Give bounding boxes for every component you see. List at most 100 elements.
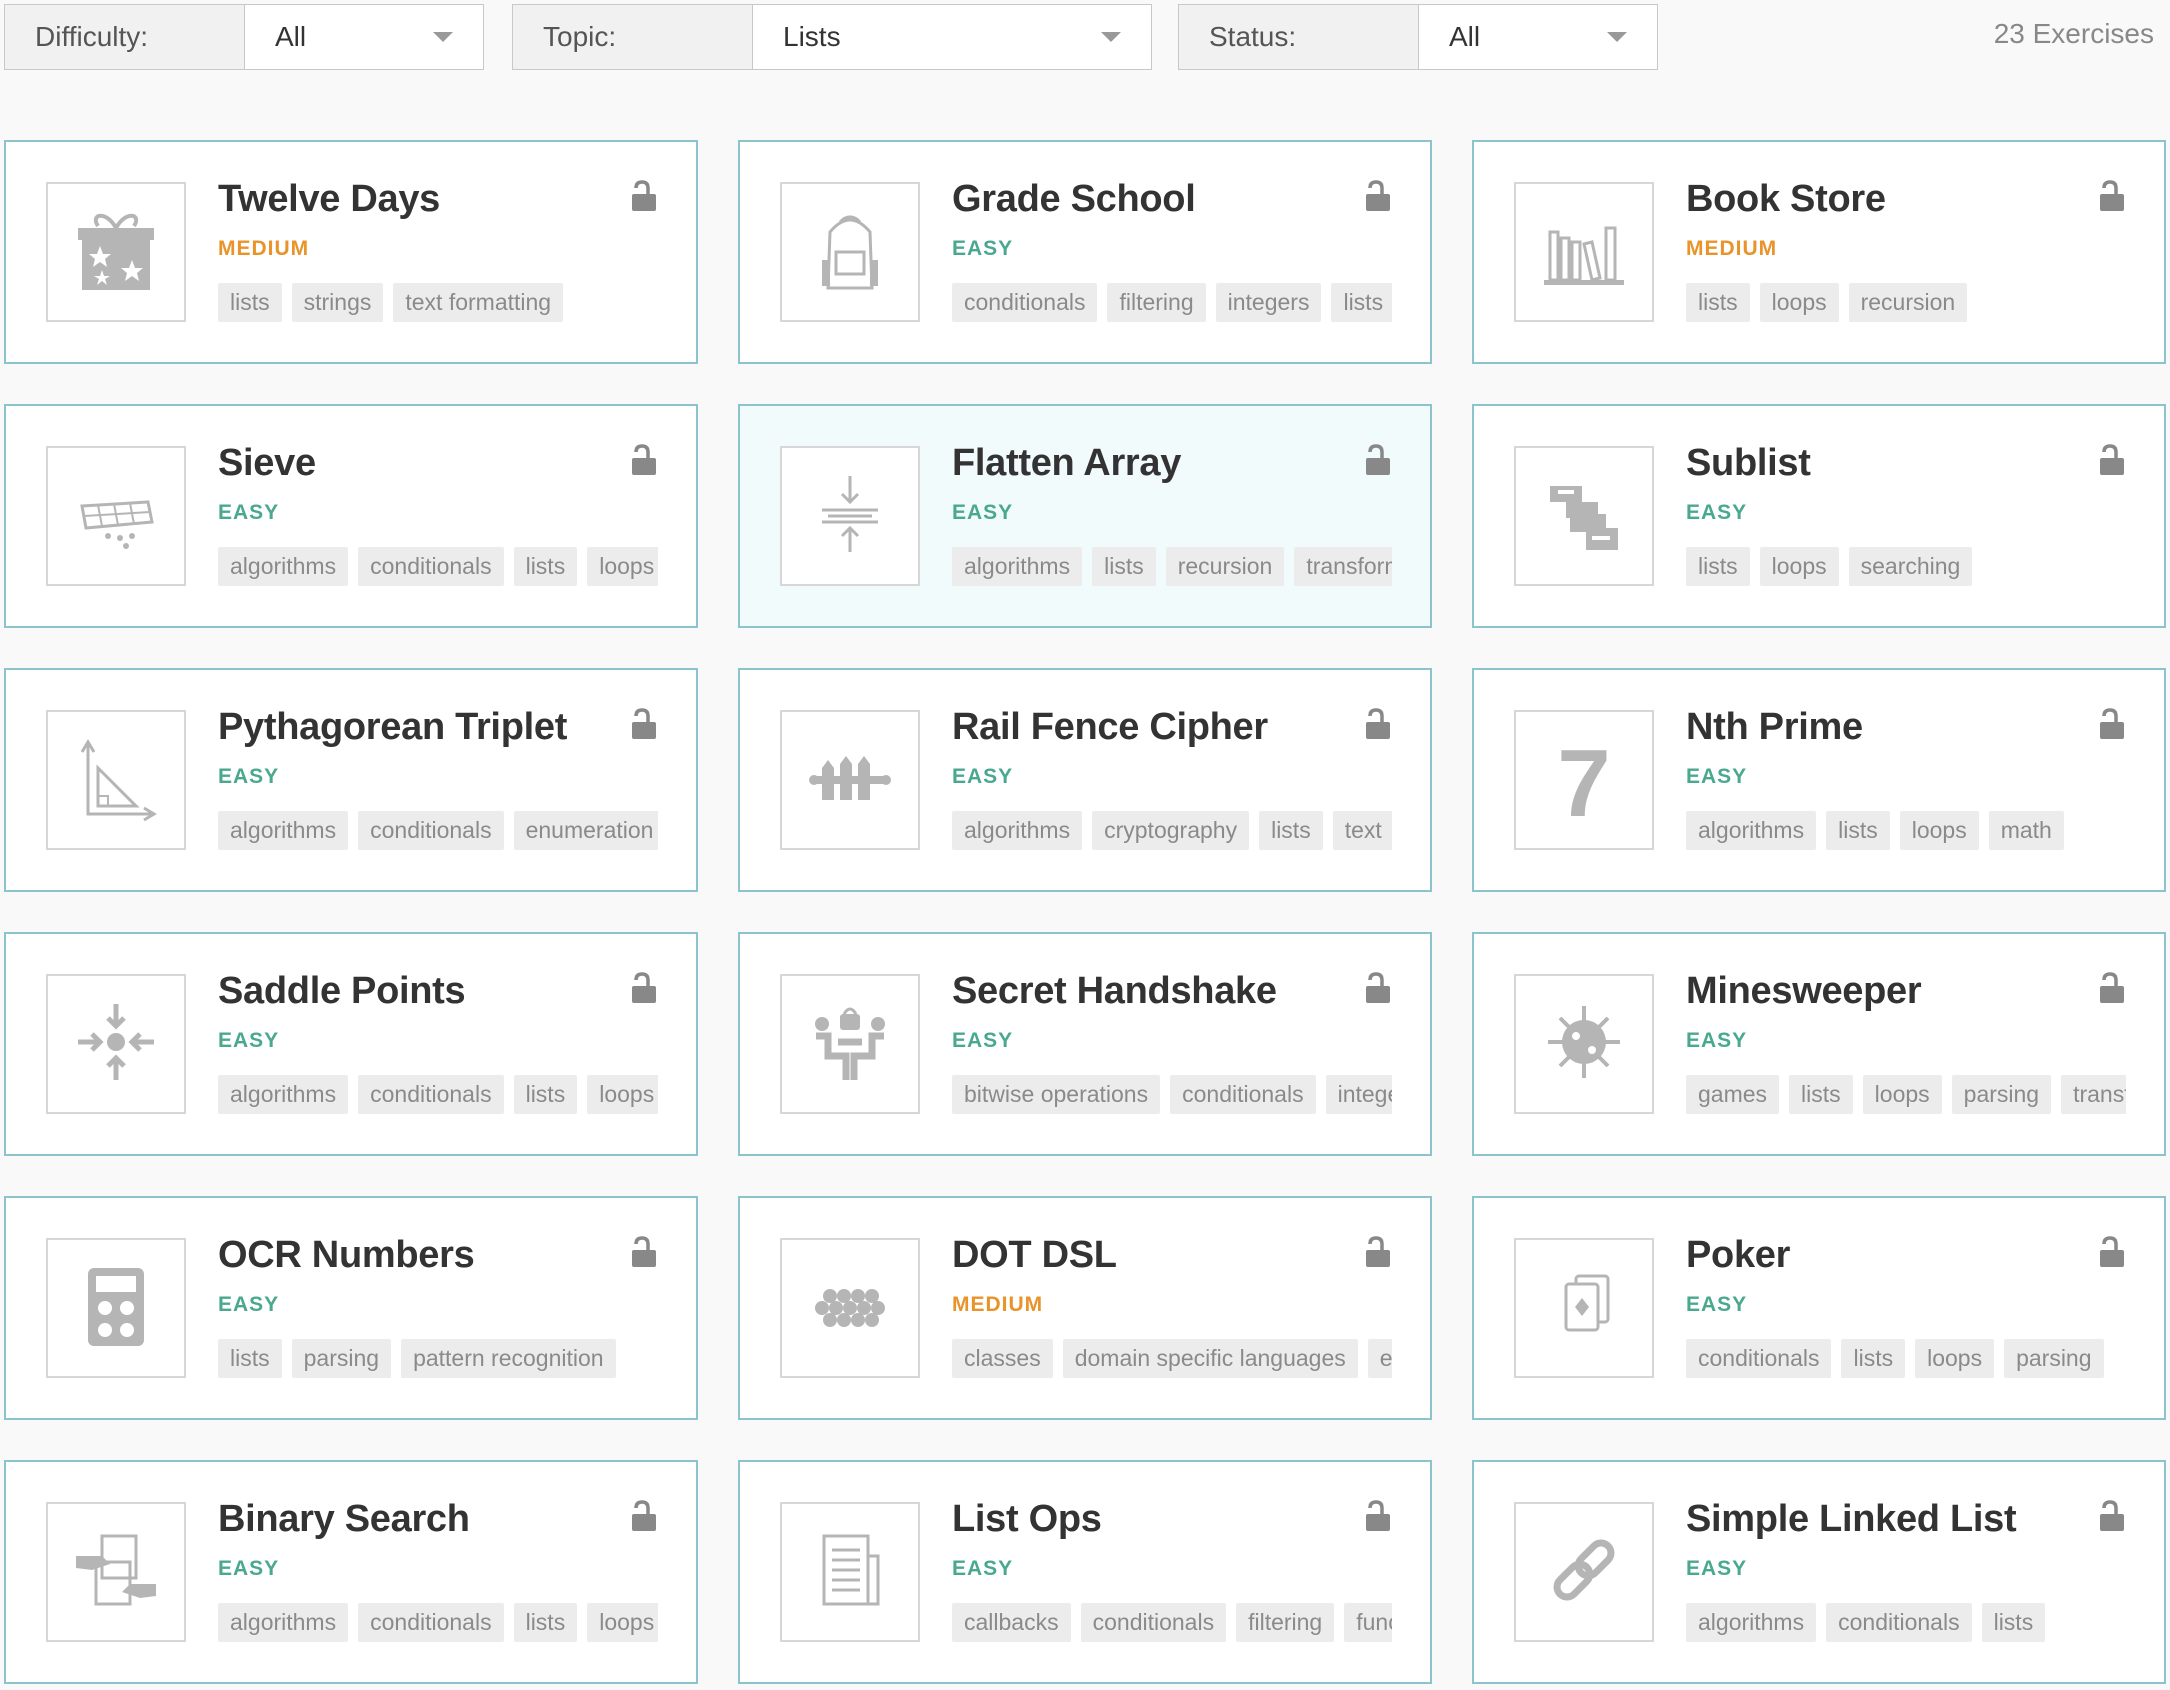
document-icon <box>802 1522 898 1623</box>
topic-tag: bitwise operations <box>952 1075 1161 1114</box>
exercise-card[interactable]: Sublist EASY lists loops searching <box>1472 404 2166 628</box>
topic-filter-label: Topic: <box>513 5 753 69</box>
exercise-card[interactable]: Pythagorean Triplet EASY algorithms conditi… <box>4 668 698 892</box>
exercise-title[interactable]: Simple Linked List <box>1686 1498 2124 1541</box>
exercise-title[interactable]: Book Store <box>1686 178 2124 221</box>
topic-tag: algorithms <box>218 547 349 586</box>
fence-icon <box>802 730 898 831</box>
exercise-card[interactable]: Simple Linked List EASY algorithms conditio… <box>1472 1460 2166 1684</box>
unlocked-icon <box>630 972 658 1004</box>
exercise-title[interactable]: Nth Prime <box>1686 706 2124 749</box>
difficulty-filter[interactable]: Difficulty: All <box>4 4 484 70</box>
exercise-card[interactable]: Minesweeper EASY games lists loops parsing tra… <box>1472 932 2166 1156</box>
exercise-thumbnail <box>780 446 920 586</box>
exercise-card[interactable]: OCR Numbers EASY lists parsing pattern recog… <box>4 1196 698 1420</box>
exercise-grid: Twelve Days MEDIUM lists strings text format… <box>4 140 2166 1684</box>
topic-tag: conditionals <box>952 283 1098 322</box>
exercise-thumbnail <box>780 710 920 850</box>
topic-tag: callbacks <box>952 1603 1071 1642</box>
exercise-card[interactable]: DOT DSL MEDIUM classes domain specific lang… <box>738 1196 1432 1420</box>
exercise-card[interactable]: Grade School EASY conditionals filtering int… <box>738 140 1432 364</box>
mine-icon <box>1536 994 1632 1095</box>
topic-tag: loops <box>587 1603 658 1642</box>
topic-tag: searching <box>1848 547 1973 586</box>
exercise-title[interactable]: Secret Handshake <box>952 970 1390 1013</box>
topic-tag: cryptography <box>1092 811 1250 850</box>
exercise-card[interactable]: Poker EASY conditionals lists loops parsing <box>1472 1196 2166 1420</box>
exercise-card[interactable]: Saddle Points EASY algorithms conditionals l… <box>4 932 698 1156</box>
topic-tag: lists <box>1331 283 1392 322</box>
exercise-title[interactable]: Sublist <box>1686 442 2124 485</box>
status-filter[interactable]: Status: All <box>1178 4 1658 70</box>
exercise-title[interactable]: OCR Numbers <box>218 1234 656 1277</box>
tag-list: algorithms lists loops math <box>1686 811 2126 850</box>
difficulty-badge: EASY <box>1686 1293 1748 1316</box>
topic-tag: lists <box>1686 547 1750 586</box>
topic-select[interactable]: Lists <box>753 5 1151 69</box>
topic-tag: classes <box>952 1339 1053 1378</box>
topic-tag: loops <box>1899 811 1979 850</box>
difficulty-badge: EASY <box>1686 1557 1748 1580</box>
topic-tag: transforming <box>2061 1075 2126 1114</box>
topic-tag: algorithms <box>218 1075 349 1114</box>
topic-tag: conditionals <box>358 1075 504 1114</box>
exercise-title[interactable]: Pythagorean Triplet <box>218 706 656 749</box>
exercise-thumbnail <box>46 1502 186 1642</box>
difficulty-badge: EASY <box>1686 501 1748 524</box>
topic-filter[interactable]: Topic: Lists <box>512 4 1152 70</box>
exercise-title[interactable]: Grade School <box>952 178 1390 221</box>
exercise-title[interactable]: Twelve Days <box>218 178 656 221</box>
exercise-thumbnail <box>46 1238 186 1378</box>
exercise-title[interactable]: Minesweeper <box>1686 970 2124 1013</box>
tag-list: algorithms cryptography lists text <box>952 811 1392 850</box>
difficulty-badge: EASY <box>218 765 280 788</box>
exercise-card[interactable]: List Ops EASY callbacks conditionals filteri… <box>738 1460 1432 1684</box>
exercise-title[interactable]: List Ops <box>952 1498 1390 1541</box>
exercise-title[interactable]: Sieve <box>218 442 656 485</box>
topic-tag: conditionals <box>1170 1075 1316 1114</box>
tag-list: lists loops recursion <box>1686 283 2126 322</box>
exercise-card[interactable]: Sieve EASY algorithms conditionals lists loop… <box>4 404 698 628</box>
difficulty-badge: EASY <box>218 1029 280 1052</box>
topic-tag: algorithms <box>1686 1603 1817 1642</box>
exercise-thumbnail <box>46 182 186 322</box>
topic-tag: lists <box>218 1339 282 1378</box>
exercise-thumbnail <box>1514 1502 1654 1642</box>
exercise-card[interactable]: Secret Handshake EASY bitwise operations co… <box>738 932 1432 1156</box>
difficulty-select[interactable]: All <box>245 5 483 69</box>
tag-list: algorithms conditionals lists loops <box>218 1603 658 1642</box>
topic-tag: loops <box>1862 1075 1942 1114</box>
difficulty-badge: EASY <box>1686 1029 1748 1052</box>
exercise-card[interactable]: 7 Nth Prime EASY algorithms lists loops math <box>1472 668 2166 892</box>
exercise-title[interactable]: Binary Search <box>218 1498 656 1541</box>
unlocked-icon <box>630 708 658 740</box>
exercise-title[interactable]: Rail Fence Cipher <box>952 706 1390 749</box>
topic-tag: lists <box>1981 1603 2046 1642</box>
backpack-icon <box>802 202 898 303</box>
topic-tag: conditionals <box>358 547 504 586</box>
topic-tag: functions <box>1344 1603 1392 1642</box>
unlocked-icon <box>1364 444 1392 476</box>
exercise-title[interactable]: Saddle Points <box>218 970 656 1013</box>
exercise-card[interactable]: Binary Search EASY algorithms conditionals l… <box>4 1460 698 1684</box>
exercise-thumbnail <box>1514 1238 1654 1378</box>
exercise-card[interactable]: Flatten Array EASY algorithms lists recursio… <box>738 404 1432 628</box>
flatten-icon <box>802 466 898 567</box>
topic-tag: games <box>1686 1075 1780 1114</box>
tag-list: conditionals lists loops parsing <box>1686 1339 2126 1378</box>
topic-tag: enumeration <box>513 811 658 850</box>
exercise-card[interactable]: Book Store MEDIUM lists loops recursion <box>1472 140 2166 364</box>
exercise-card[interactable]: Rail Fence Cipher EASY algorithms cryptogra… <box>738 668 1432 892</box>
exercise-title[interactable]: DOT DSL <box>952 1234 1390 1277</box>
gift-icon <box>68 202 164 303</box>
unlocked-icon <box>630 180 658 212</box>
svg-text:7: 7 <box>1557 730 1610 826</box>
exercise-title[interactable]: Poker <box>1686 1234 2124 1277</box>
tag-list: algorithms conditionals lists loops <box>218 547 658 586</box>
topic-tag: equality <box>1367 1339 1392 1378</box>
exercise-card[interactable]: Twelve Days MEDIUM lists strings text format… <box>4 140 698 364</box>
difficulty-badge: MEDIUM <box>952 1293 1044 1316</box>
exercise-title[interactable]: Flatten Array <box>952 442 1390 485</box>
status-select[interactable]: All <box>1419 5 1657 69</box>
exercise-count: 23 Exercises <box>1993 18 2154 49</box>
